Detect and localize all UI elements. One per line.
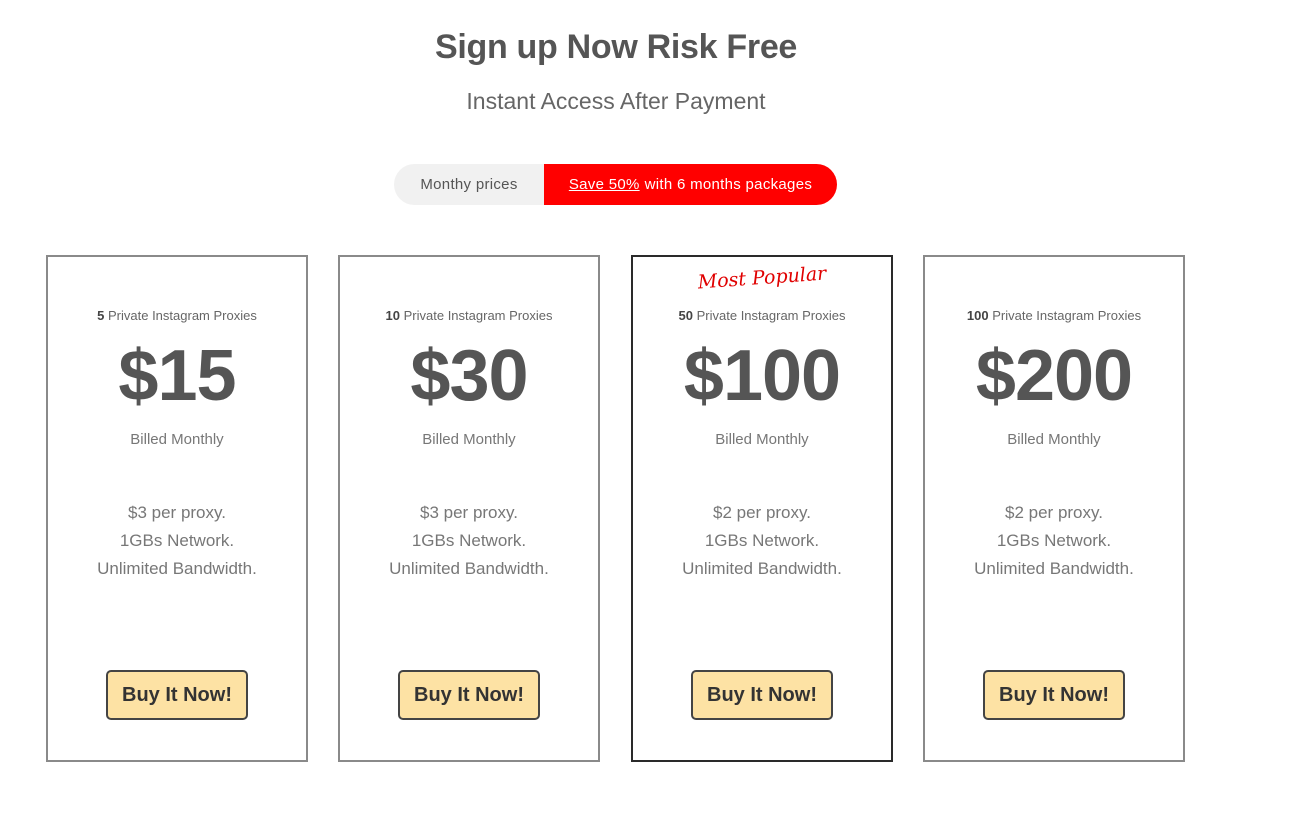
plan-price: $100 — [683, 336, 841, 416]
buy-now-button[interactable]: Buy It Now! — [691, 670, 833, 720]
proxy-count-line: 100 Private Instagram Proxies — [925, 308, 1183, 323]
feature-item: $3 per proxy. — [128, 503, 226, 522]
six-month-packages-toggle[interactable]: Save 50% with 6 months packages — [544, 164, 837, 205]
plan-price: $200 — [975, 336, 1133, 416]
proxy-count: 50 — [678, 308, 693, 323]
proxy-count-line: 10 Private Instagram Proxies — [340, 308, 598, 323]
billing-period: Billed Monthly — [130, 431, 224, 448]
proxy-count-suffix: Private Instagram Proxies — [403, 308, 553, 323]
page-title: Sign up Now Risk Free — [434, 28, 798, 66]
feature-item: 1GBs Network. — [411, 531, 527, 550]
proxy-count-suffix: Private Instagram Proxies — [992, 308, 1142, 323]
proxy-count: 5 — [97, 308, 105, 323]
buy-now-button[interactable]: Buy It Now! — [398, 670, 540, 720]
monthly-prices-label: Monthy prices — [420, 176, 518, 193]
buy-now-button[interactable]: Buy It Now! — [983, 670, 1125, 720]
most-popular-tag: Most Popular — [697, 262, 827, 294]
proxy-count-line: 50 Private Instagram Proxies — [633, 308, 891, 323]
feature-item: 1GBs Network. — [996, 531, 1112, 550]
feature-item: 1GBs Network. — [704, 531, 820, 550]
feature-list: $2 per proxy. 1GBs Network. Unlimited Ba… — [633, 499, 891, 583]
feature-item: 1GBs Network. — [119, 531, 235, 550]
billing-period: Billed Monthly — [1007, 431, 1101, 448]
pricing-card-10: 10 Private Instagram Proxies $30 Billed … — [338, 255, 600, 762]
feature-item: Unlimited Bandwidth. — [974, 559, 1134, 578]
buy-now-button[interactable]: Buy It Now! — [106, 670, 248, 720]
feature-item: $2 per proxy. — [1005, 503, 1103, 522]
feature-list: $3 per proxy. 1GBs Network. Unlimited Ba… — [48, 499, 306, 583]
pricing-card-5: 5 Private Instagram Proxies $15 Billed M… — [46, 255, 308, 762]
billing-period: Billed Monthly — [715, 431, 809, 448]
pricing-card-100: 100 Private Instagram Proxies $200 Bille… — [923, 255, 1185, 762]
feature-item: Unlimited Bandwidth. — [97, 559, 257, 578]
page-subtitle: Instant Access After Payment — [466, 88, 766, 114]
pricing-toggle: Monthy prices Save 50% with 6 months pac… — [394, 164, 837, 205]
feature-item: $2 per proxy. — [713, 503, 811, 522]
proxy-count: 10 — [385, 308, 400, 323]
plan-price: $15 — [118, 336, 236, 416]
pricing-card-50: Most Popular 50 Private Instagram Proxie… — [631, 255, 893, 762]
monthly-prices-toggle[interactable]: Monthy prices — [394, 164, 544, 205]
proxy-count-line: 5 Private Instagram Proxies — [48, 308, 306, 323]
feature-item: Unlimited Bandwidth. — [682, 559, 842, 578]
feature-item: Unlimited Bandwidth. — [389, 559, 549, 578]
proxy-count: 100 — [966, 308, 989, 323]
plan-price: $30 — [410, 336, 528, 416]
six-month-label: with 6 months packages — [644, 176, 813, 193]
save-percent-label: Save 50% — [568, 176, 640, 193]
billing-period: Billed Monthly — [422, 431, 516, 448]
feature-list: $3 per proxy. 1GBs Network. Unlimited Ba… — [340, 499, 598, 583]
proxy-count-suffix: Private Instagram Proxies — [696, 308, 846, 323]
proxy-count-suffix: Private Instagram Proxies — [108, 308, 257, 323]
feature-item: $3 per proxy. — [420, 503, 518, 522]
feature-list: $2 per proxy. 1GBs Network. Unlimited Ba… — [925, 499, 1183, 583]
